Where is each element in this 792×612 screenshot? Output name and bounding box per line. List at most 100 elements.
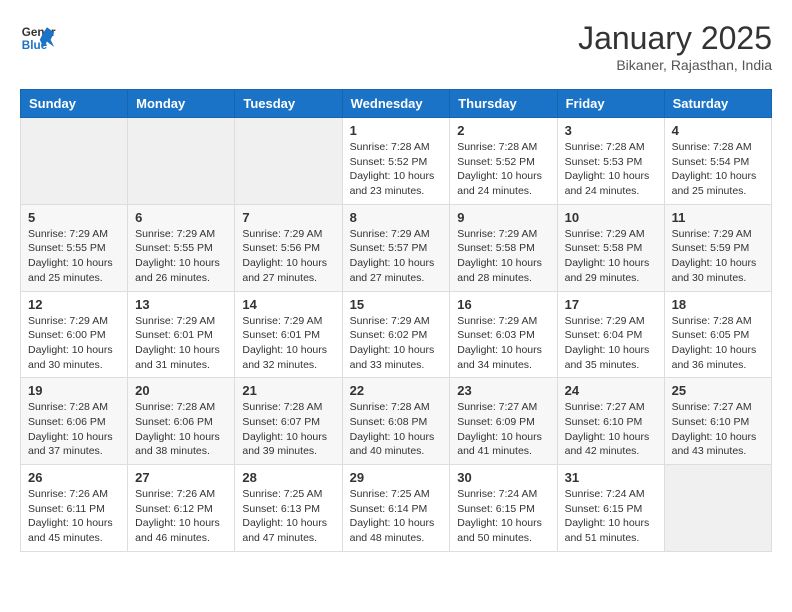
calendar-cell xyxy=(235,118,342,205)
day-info: Sunrise: 7:25 AM Sunset: 6:14 PM Dayligh… xyxy=(350,487,443,546)
calendar-cell: 15 Sunrise: 7:29 AM Sunset: 6:02 PM Dayli… xyxy=(342,291,450,378)
month-title: January 2025 xyxy=(578,20,772,57)
day-info: Sunrise: 7:29 AM Sunset: 5:55 PM Dayligh… xyxy=(28,227,120,286)
day-info: Sunrise: 7:29 AM Sunset: 5:58 PM Dayligh… xyxy=(565,227,657,286)
calendar-cell xyxy=(21,118,128,205)
calendar-cell: 11 Sunrise: 7:29 AM Sunset: 5:59 PM Dayli… xyxy=(664,204,771,291)
logo: General Blue xyxy=(20,20,56,56)
calendar-cell: 6 Sunrise: 7:29 AM Sunset: 5:55 PM Daylig… xyxy=(128,204,235,291)
calendar-cell: 24 Sunrise: 7:27 AM Sunset: 6:10 PM Dayli… xyxy=(557,378,664,465)
day-info: Sunrise: 7:26 AM Sunset: 6:12 PM Dayligh… xyxy=(135,487,227,546)
day-number: 15 xyxy=(350,297,443,312)
day-number: 31 xyxy=(565,470,657,485)
weekday-header-cell: Thursday xyxy=(450,90,557,118)
weekday-header-cell: Saturday xyxy=(664,90,771,118)
day-number: 7 xyxy=(242,210,334,225)
calendar-week-row: 5 Sunrise: 7:29 AM Sunset: 5:55 PM Daylig… xyxy=(21,204,772,291)
calendar-cell: 13 Sunrise: 7:29 AM Sunset: 6:01 PM Dayli… xyxy=(128,291,235,378)
day-info: Sunrise: 7:28 AM Sunset: 6:08 PM Dayligh… xyxy=(350,400,443,459)
calendar-week-row: 26 Sunrise: 7:26 AM Sunset: 6:11 PM Dayli… xyxy=(21,465,772,552)
calendar-cell: 19 Sunrise: 7:28 AM Sunset: 6:06 PM Dayli… xyxy=(21,378,128,465)
day-info: Sunrise: 7:28 AM Sunset: 6:06 PM Dayligh… xyxy=(28,400,120,459)
day-number: 27 xyxy=(135,470,227,485)
title-block: January 2025 Bikaner, Rajasthan, India xyxy=(578,20,772,73)
calendar-cell: 28Sunrise: 7:25 AM Sunset: 6:13 PM Dayli… xyxy=(235,465,342,552)
day-info: Sunrise: 7:29 AM Sunset: 6:03 PM Dayligh… xyxy=(457,314,549,373)
day-info: Sunrise: 7:28 AM Sunset: 5:54 PM Dayligh… xyxy=(672,140,764,199)
calendar-cell: 26 Sunrise: 7:26 AM Sunset: 6:11 PM Dayli… xyxy=(21,465,128,552)
day-number: 1 xyxy=(350,123,443,138)
day-number: 19 xyxy=(28,383,120,398)
day-info: Sunrise: 7:29 AM Sunset: 5:59 PM Dayligh… xyxy=(672,227,764,286)
day-number: 16 xyxy=(457,297,549,312)
day-info: Sunrise: 7:29 AM Sunset: 5:58 PM Dayligh… xyxy=(457,227,549,286)
day-number: 21 xyxy=(242,383,334,398)
calendar-cell: 7 Sunrise: 7:29 AM Sunset: 5:56 PM Daylig… xyxy=(235,204,342,291)
day-info: Sunrise: 7:28 AM Sunset: 6:06 PM Dayligh… xyxy=(135,400,227,459)
calendar-cell xyxy=(128,118,235,205)
day-info: Sunrise: 7:29 AM Sunset: 5:56 PM Dayligh… xyxy=(242,227,334,286)
day-number: 2 xyxy=(457,123,549,138)
day-info: Sunrise: 7:29 AM Sunset: 6:02 PM Dayligh… xyxy=(350,314,443,373)
page-header: General Blue January 2025 Bikaner, Rajas… xyxy=(20,20,772,73)
calendar-cell: 12 Sunrise: 7:29 AM Sunset: 6:00 PM Dayli… xyxy=(21,291,128,378)
calendar-cell: 29 Sunrise: 7:25 AM Sunset: 6:14 PM Dayli… xyxy=(342,465,450,552)
weekday-header-row: SundayMondayTuesdayWednesdayThursdayFrid… xyxy=(21,90,772,118)
day-info: Sunrise: 7:24 AM Sunset: 6:15 PM Dayligh… xyxy=(457,487,549,546)
day-info: Sunrise: 7:29 AM Sunset: 5:55 PM Dayligh… xyxy=(135,227,227,286)
day-number: 22 xyxy=(350,383,443,398)
weekday-header-cell: Sunday xyxy=(21,90,128,118)
day-info: Sunrise: 7:28 AM Sunset: 6:05 PM Dayligh… xyxy=(672,314,764,373)
day-number: 11 xyxy=(672,210,764,225)
day-number: 3 xyxy=(565,123,657,138)
day-info: Sunrise: 7:29 AM Sunset: 6:04 PM Dayligh… xyxy=(565,314,657,373)
calendar-cell: 23Sunrise: 7:27 AM Sunset: 6:09 PM Dayli… xyxy=(450,378,557,465)
day-info: Sunrise: 7:29 AM Sunset: 5:57 PM Dayligh… xyxy=(350,227,443,286)
calendar-cell xyxy=(664,465,771,552)
day-number: 12 xyxy=(28,297,120,312)
calendar-table: SundayMondayTuesdayWednesdayThursdayFrid… xyxy=(20,89,772,552)
day-info: Sunrise: 7:29 AM Sunset: 6:00 PM Dayligh… xyxy=(28,314,120,373)
location-subtitle: Bikaner, Rajasthan, India xyxy=(578,57,772,73)
calendar-cell: 25 Sunrise: 7:27 AM Sunset: 6:10 PM Dayli… xyxy=(664,378,771,465)
calendar-cell: 10 Sunrise: 7:29 AM Sunset: 5:58 PM Dayli… xyxy=(557,204,664,291)
day-number: 25 xyxy=(672,383,764,398)
day-info: Sunrise: 7:29 AM Sunset: 6:01 PM Dayligh… xyxy=(135,314,227,373)
day-number: 17 xyxy=(565,297,657,312)
day-number: 5 xyxy=(28,210,120,225)
day-number: 29 xyxy=(350,470,443,485)
weekday-header-cell: Monday xyxy=(128,90,235,118)
calendar-week-row: 1 Sunrise: 7:28 AM Sunset: 5:52 PM Daylig… xyxy=(21,118,772,205)
calendar-cell: 8 Sunrise: 7:29 AM Sunset: 5:57 PM Daylig… xyxy=(342,204,450,291)
day-info: Sunrise: 7:26 AM Sunset: 6:11 PM Dayligh… xyxy=(28,487,120,546)
day-number: 26 xyxy=(28,470,120,485)
weekday-header-cell: Wednesday xyxy=(342,90,450,118)
day-info: Sunrise: 7:28 AM Sunset: 5:52 PM Dayligh… xyxy=(457,140,549,199)
calendar-cell: 9Sunrise: 7:29 AM Sunset: 5:58 PM Daylig… xyxy=(450,204,557,291)
calendar-cell: 30Sunrise: 7:24 AM Sunset: 6:15 PM Dayli… xyxy=(450,465,557,552)
calendar-week-row: 19 Sunrise: 7:28 AM Sunset: 6:06 PM Dayli… xyxy=(21,378,772,465)
calendar-cell: 17 Sunrise: 7:29 AM Sunset: 6:04 PM Dayli… xyxy=(557,291,664,378)
calendar-cell: 2 Sunrise: 7:28 AM Sunset: 5:52 PM Daylig… xyxy=(450,118,557,205)
day-number: 24 xyxy=(565,383,657,398)
weekday-header-cell: Friday xyxy=(557,90,664,118)
day-number: 14 xyxy=(242,297,334,312)
day-number: 6 xyxy=(135,210,227,225)
calendar-cell: 14 Sunrise: 7:29 AM Sunset: 6:01 PM Dayli… xyxy=(235,291,342,378)
day-info: Sunrise: 7:29 AM Sunset: 6:01 PM Dayligh… xyxy=(242,314,334,373)
calendar-week-row: 12 Sunrise: 7:29 AM Sunset: 6:00 PM Dayli… xyxy=(21,291,772,378)
day-info: Sunrise: 7:27 AM Sunset: 6:10 PM Dayligh… xyxy=(672,400,764,459)
day-info: Sunrise: 7:27 AM Sunset: 6:09 PM Dayligh… xyxy=(457,400,549,459)
day-number: 28 xyxy=(242,470,334,485)
day-info: Sunrise: 7:27 AM Sunset: 6:10 PM Dayligh… xyxy=(565,400,657,459)
calendar-cell: 27 Sunrise: 7:26 AM Sunset: 6:12 PM Dayli… xyxy=(128,465,235,552)
day-info: Sunrise: 7:28 AM Sunset: 6:07 PM Dayligh… xyxy=(242,400,334,459)
calendar-cell: 21 Sunrise: 7:28 AM Sunset: 6:07 PM Dayli… xyxy=(235,378,342,465)
calendar-cell: 3Sunrise: 7:28 AM Sunset: 5:53 PM Daylig… xyxy=(557,118,664,205)
day-info: Sunrise: 7:28 AM Sunset: 5:52 PM Dayligh… xyxy=(350,140,443,199)
day-number: 8 xyxy=(350,210,443,225)
day-number: 13 xyxy=(135,297,227,312)
day-number: 10 xyxy=(565,210,657,225)
calendar-cell: 18Sunrise: 7:28 AM Sunset: 6:05 PM Dayli… xyxy=(664,291,771,378)
calendar-cell: 22 Sunrise: 7:28 AM Sunset: 6:08 PM Dayli… xyxy=(342,378,450,465)
